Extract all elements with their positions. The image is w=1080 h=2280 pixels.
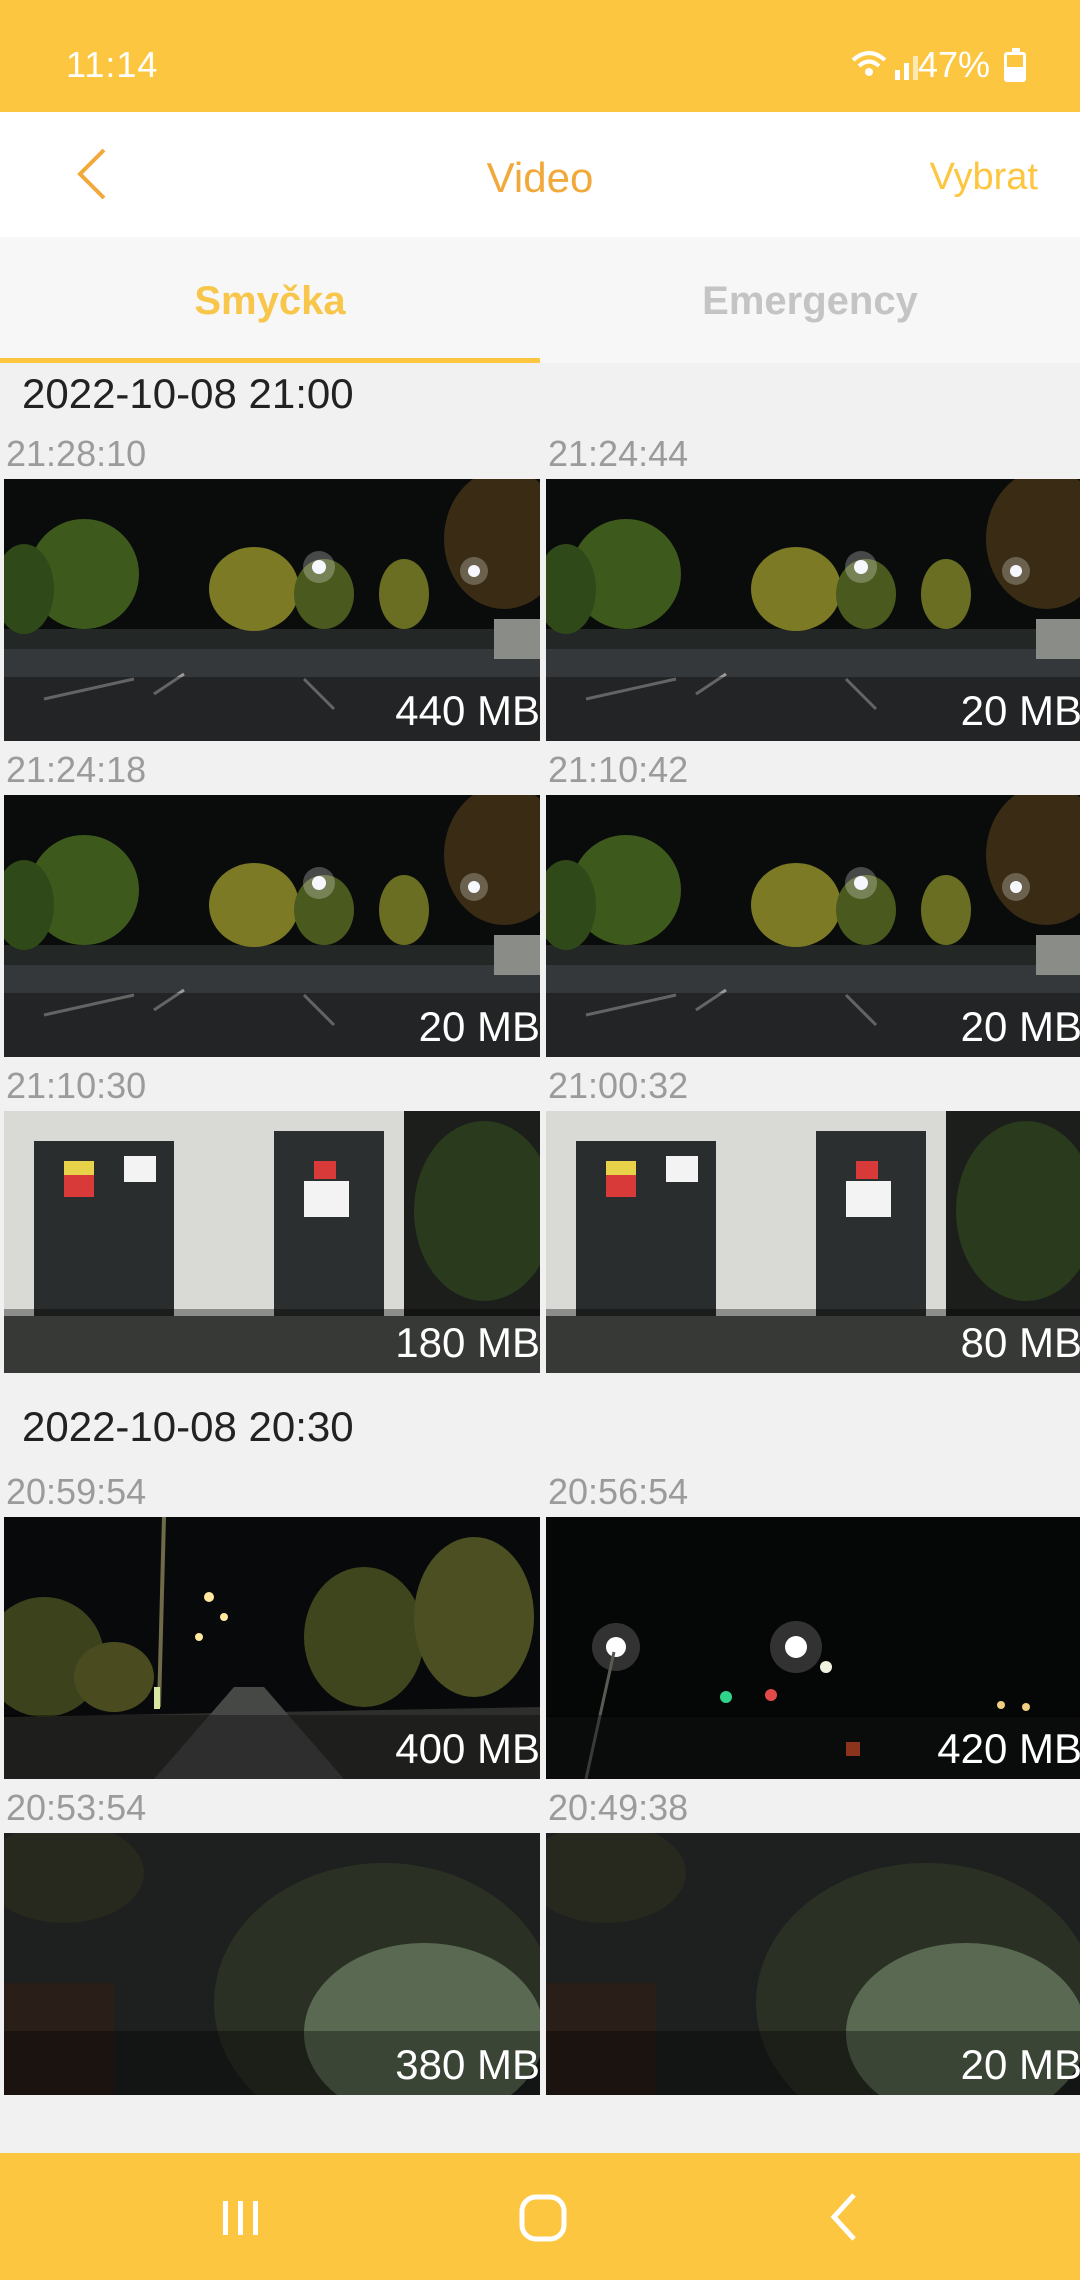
video-item[interactable]: 20:59:54 400 MB xyxy=(4,1463,540,1779)
file-size: 20 MB xyxy=(960,687,1080,734)
video-time: 20:56:54 xyxy=(548,1471,689,1512)
video-thumbnail[interactable]: 20 MB xyxy=(546,479,1080,741)
video-time: 20:59:54 xyxy=(6,1471,147,1512)
back-icon xyxy=(830,2193,856,2241)
video-item[interactable]: 21:10:30 180 MB xyxy=(4,1057,540,1373)
video-item[interactable]: 20:56:54 420 MB xyxy=(546,1463,1080,1779)
navigation-bar xyxy=(0,2153,1080,2280)
video-time: 21:28:10 xyxy=(6,433,147,474)
tab-emergency[interactable]: Emergency xyxy=(540,237,1080,363)
video-time: 21:24:44 xyxy=(548,433,689,474)
system-back-button[interactable] xyxy=(810,2181,882,2253)
video-item[interactable]: 21:24:44 20 MB xyxy=(546,425,1080,741)
video-grid: 20:59:54 400 MB 20:56:54 420 MB 20:53:54 380 … xyxy=(0,1463,1080,2095)
video-item[interactable]: 21:10:42 20 MB xyxy=(546,741,1080,1057)
battery-icon xyxy=(1004,48,1026,82)
video-thumbnail[interactable]: 20 MB xyxy=(546,795,1080,1057)
video-time: 21:10:30 xyxy=(6,1065,147,1106)
video-thumbnail[interactable]: 20 MB xyxy=(4,795,540,1057)
video-time: 21:00:32 xyxy=(548,1065,689,1106)
tab-loop[interactable]: Smyčka xyxy=(0,237,540,363)
file-size: 440 MB xyxy=(395,687,540,734)
video-list[interactable]: 2022-10-08 21:00 21:28:10 440 MB 21:24:44 20… xyxy=(0,363,1080,2153)
video-thumbnail[interactable]: 80 MB xyxy=(546,1111,1080,1373)
video-item[interactable]: 20:53:54 380 MB xyxy=(4,1779,540,2095)
battery-percent: 47% xyxy=(917,44,990,85)
recent-apps-button[interactable] xyxy=(205,2181,277,2253)
video-item[interactable]: 21:28:10 440 MB xyxy=(4,425,540,741)
file-size: 20 MB xyxy=(960,2041,1080,2088)
video-item[interactable]: 20:49:38 20 MB xyxy=(546,1779,1080,2095)
file-size: 20 MB xyxy=(960,1003,1080,1050)
video-grid: 21:28:10 440 MB 21:24:44 20 MB 21:24:18 20 MB… xyxy=(0,425,1080,1373)
video-thumbnail[interactable]: 440 MB xyxy=(4,479,540,741)
file-size: 180 MB xyxy=(395,1319,540,1366)
select-button[interactable]: Vybrat xyxy=(930,156,1038,199)
group-date-header: 2022-10-08 20:30 xyxy=(22,1403,354,1450)
page-title: Video xyxy=(486,154,594,201)
video-thumbnail[interactable]: 380 MB xyxy=(4,1833,540,2095)
video-item[interactable]: 21:24:18 20 MB xyxy=(4,741,540,1057)
video-thumbnail[interactable]: 400 MB xyxy=(4,1517,540,1779)
file-size: 80 MB xyxy=(960,1319,1080,1366)
wifi-signal-icon xyxy=(851,51,918,80)
file-size: 400 MB xyxy=(395,1725,540,1772)
video-thumbnail[interactable]: 180 MB xyxy=(4,1111,540,1373)
video-time: 20:49:38 xyxy=(548,1787,689,1828)
status-time: 11:14 xyxy=(66,44,159,85)
file-size: 420 MB xyxy=(937,1725,1080,1772)
file-size: 380 MB xyxy=(395,2041,540,2088)
video-thumbnail[interactable]: 20 MB xyxy=(546,1833,1080,2095)
recent-apps-icon xyxy=(223,2201,258,2235)
video-time: 21:10:42 xyxy=(548,749,689,790)
home-icon xyxy=(519,2194,567,2242)
video-time: 21:24:18 xyxy=(6,749,147,790)
status-bar: 11:14 47% xyxy=(0,0,1080,112)
video-thumbnail[interactable]: 420 MB xyxy=(546,1517,1080,1779)
tab-bar: Smyčka Emergency xyxy=(0,237,1080,363)
header: Video Vybrat xyxy=(0,112,1080,237)
video-time: 20:53:54 xyxy=(6,1787,147,1828)
file-size: 20 MB xyxy=(418,1003,540,1050)
video-item[interactable]: 21:00:32 80 MB xyxy=(546,1057,1080,1373)
home-button[interactable] xyxy=(508,2181,580,2253)
group-date-header: 2022-10-08 21:00 xyxy=(22,370,354,417)
